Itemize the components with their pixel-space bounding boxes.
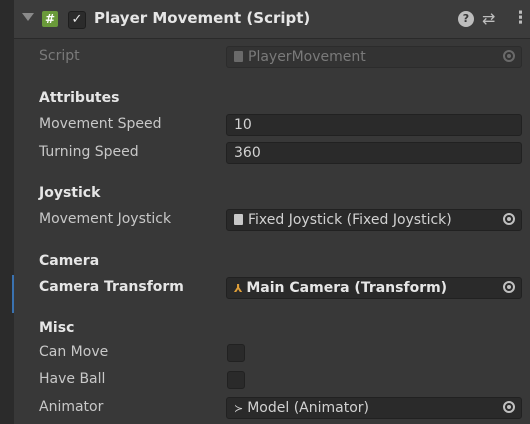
inspector-gutter — [0, 0, 14, 424]
script-label: Script — [39, 48, 80, 64]
camera-transform-value: Main Camera (Transform) — [246, 280, 448, 296]
object-picker-icon — [503, 50, 515, 62]
section-joystick: Joystick — [39, 185, 101, 201]
have-ball-label: Have Ball — [39, 371, 106, 387]
script-field: PlayerMovement — [226, 46, 522, 68]
section-camera: Camera — [39, 253, 100, 269]
can-move-checkbox[interactable] — [227, 344, 245, 362]
inspector-panel: # ✓ Player Movement (Script) ? ⇄ ⋮ Scrip… — [0, 0, 530, 424]
camera-transform-field[interactable]: ⅄ Main Camera (Transform) — [226, 277, 522, 299]
row-focus-indicator — [12, 275, 14, 313]
object-picker-icon[interactable] — [503, 213, 515, 225]
component-header[interactable]: # ✓ Player Movement (Script) ? ⇄ ⋮ — [14, 0, 530, 39]
movement-speed-input[interactable]: 10 — [226, 114, 522, 136]
turning-speed-input[interactable]: 360 — [226, 142, 522, 164]
transform-icon: ⅄ — [234, 282, 243, 295]
movement-joystick-value: Fixed Joystick (Fixed Joystick) — [248, 212, 452, 228]
fold-arrow-icon[interactable] — [22, 13, 34, 21]
turning-speed-label: Turning Speed — [39, 144, 139, 160]
movement-speed-label: Movement Speed — [39, 116, 162, 132]
camera-transform-label: Camera Transform — [39, 279, 184, 295]
script-asset-icon — [234, 51, 243, 62]
section-misc: Misc — [39, 320, 75, 336]
component-enabled-checkbox[interactable]: ✓ — [68, 11, 86, 29]
script-field-value: PlayerMovement — [248, 49, 366, 65]
movement-joystick-field[interactable]: Fixed Joystick (Fixed Joystick) — [226, 209, 522, 231]
movement-joystick-label: Movement Joystick — [39, 211, 172, 227]
component-title: Player Movement (Script) — [94, 9, 311, 27]
help-icon[interactable]: ? — [458, 11, 474, 27]
object-picker-icon[interactable] — [503, 401, 515, 413]
animator-label: Animator — [39, 399, 104, 415]
section-attributes: Attributes — [39, 90, 120, 106]
more-options-icon[interactable]: ⋮ — [512, 8, 529, 28]
object-picker-icon[interactable] — [503, 281, 515, 293]
presets-icon[interactable]: ⇄ — [482, 9, 495, 28]
script-hash-icon: # — [42, 11, 58, 27]
can-move-label: Can Move — [39, 344, 109, 360]
animator-icon: ≻ — [234, 402, 244, 415]
animator-value: Model (Animator) — [247, 400, 369, 416]
joystick-script-icon — [234, 214, 243, 225]
animator-field[interactable]: ≻ Model (Animator) — [226, 397, 522, 419]
have-ball-checkbox[interactable] — [227, 371, 245, 389]
